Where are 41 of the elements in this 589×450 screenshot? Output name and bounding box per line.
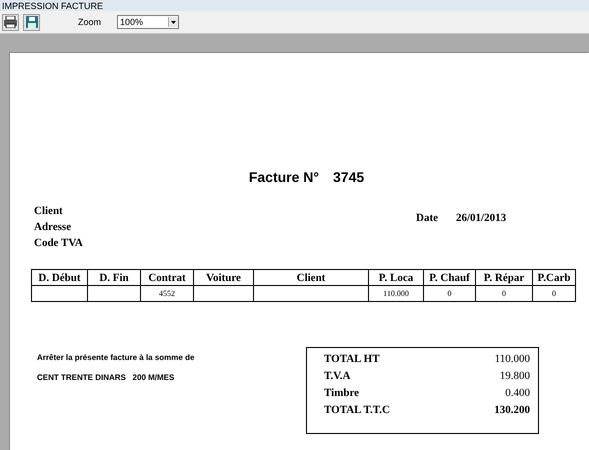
invoice-title: Facture N°	[248, 169, 319, 185]
amount-in-words: CENT TRENTE DINARS 200 M/MES	[37, 373, 176, 382]
column-header: P. Répar	[476, 270, 532, 286]
column-header: D. Fin	[88, 270, 140, 286]
table-cell	[32, 286, 88, 302]
total-value: 110.000	[494, 353, 530, 365]
table-cell: 4552	[140, 286, 194, 302]
date-value: 26/01/2013	[456, 212, 506, 226]
table-cell: 0	[424, 286, 476, 302]
total-label: TOTAL T.T.C	[324, 404, 390, 416]
column-header: P. Chauf	[424, 270, 476, 286]
amount-text: Arrêter la présente facture à la somme de	[37, 353, 196, 362]
column-header: Contrat	[140, 270, 194, 286]
column-header: P. Loca	[368, 270, 424, 286]
window-title: IMPRESSION FACTURE	[2, 0, 104, 10]
column-header: D. Début	[32, 270, 88, 286]
total-value: 19.800	[500, 370, 530, 382]
invoice-number: 3745	[333, 169, 364, 185]
print-button[interactable]	[2, 14, 19, 30]
date-label: Date	[416, 212, 438, 226]
field-label: Adresse	[34, 221, 72, 233]
table-cell: 0	[532, 286, 576, 302]
zoom-label: Zoom	[78, 17, 102, 27]
column-header: Client	[254, 270, 368, 286]
field-label: Client	[34, 205, 64, 217]
total-label: T.V.A	[324, 370, 350, 382]
table-cell: 0	[476, 286, 532, 302]
total-value: 0.400	[505, 387, 530, 399]
total-value: 130.200	[494, 404, 530, 416]
column-header: P.Carb	[532, 270, 576, 286]
table-cell	[194, 286, 254, 302]
printer-icon	[4, 16, 17, 28]
zoom-dropdown[interactable]: 100%	[117, 15, 180, 29]
column-header: Voiture	[194, 270, 254, 286]
table-cell: 110.000	[368, 286, 424, 302]
field-label: Code TVA	[34, 237, 84, 249]
total-label: TOTAL HT	[324, 353, 380, 365]
save-button[interactable]	[23, 14, 40, 30]
caret-icon	[171, 20, 176, 24]
table-cell	[88, 286, 140, 302]
total-label: Timbre	[324, 387, 360, 399]
